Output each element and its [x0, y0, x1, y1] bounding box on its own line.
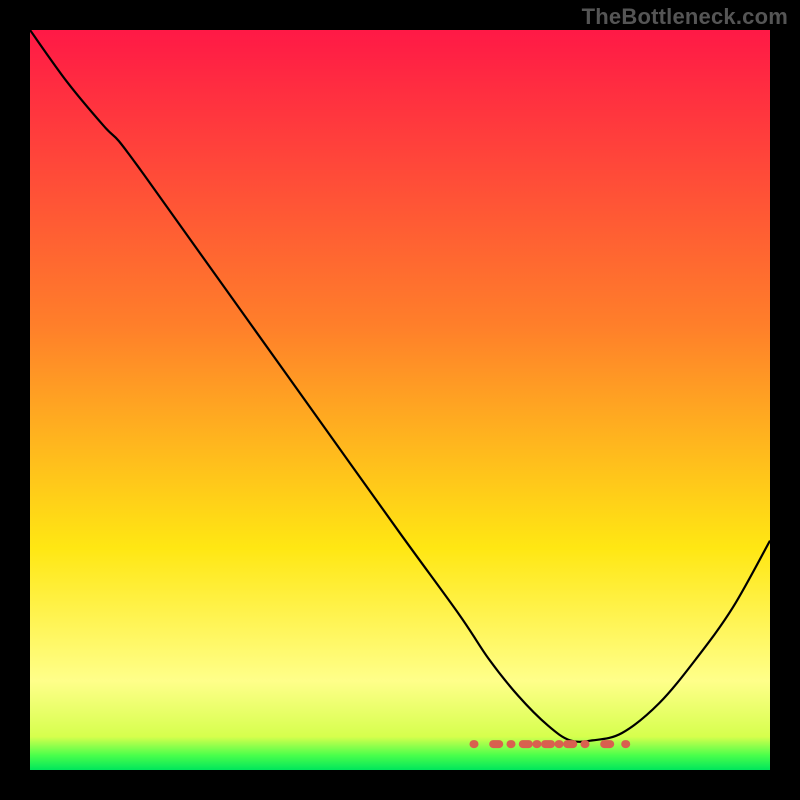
chart-svg	[30, 30, 770, 770]
watermark-text: TheBottleneck.com	[582, 4, 788, 30]
optimal-range-markers	[470, 740, 631, 748]
marker-dot	[600, 740, 614, 748]
marker-dot	[489, 740, 503, 748]
chart-container: TheBottleneck.com	[0, 0, 800, 800]
marker-dot	[541, 740, 555, 748]
marker-dot	[532, 740, 541, 748]
marker-dot	[581, 740, 590, 748]
chart-background	[30, 30, 770, 770]
marker-dot	[563, 740, 577, 748]
marker-dot	[519, 740, 533, 748]
marker-dot	[507, 740, 516, 748]
marker-dot	[621, 740, 630, 748]
marker-dot	[470, 740, 479, 748]
marker-dot	[555, 740, 564, 748]
